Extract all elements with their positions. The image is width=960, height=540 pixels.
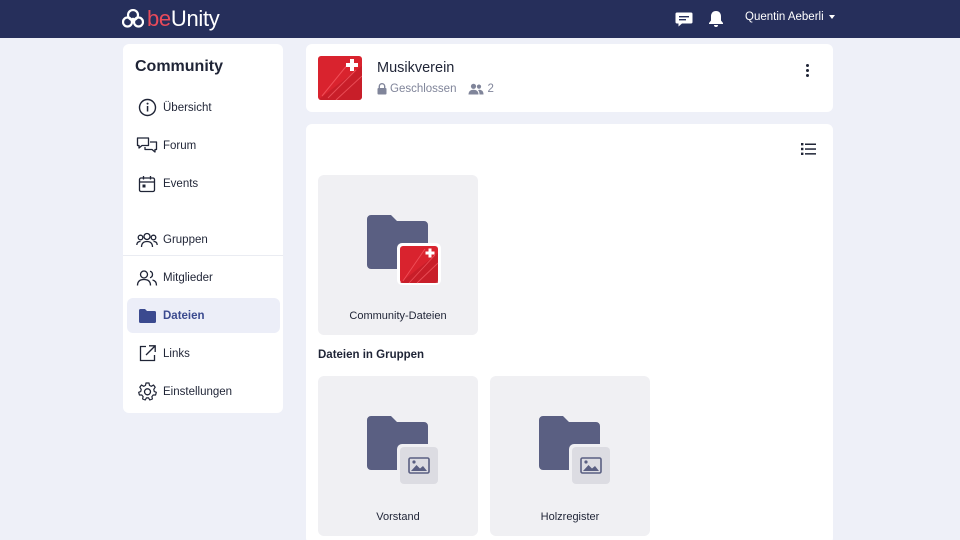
folder-label: Holzregister (540, 511, 600, 523)
sidebar-item-label: Einstellungen (163, 385, 233, 398)
sidebar-item-label: Mitglieder (163, 271, 213, 284)
logo-text-be: be (147, 6, 171, 31)
community-meta: Geschlossen 2 (377, 83, 494, 95)
sidebar-item-label: Events (163, 177, 199, 190)
caret-down-icon (828, 15, 835, 19)
community-visibility: Geschlossen (390, 83, 457, 95)
bell-icon[interactable] (706, 9, 726, 29)
folder-label: Vorstand (376, 511, 420, 523)
files-card: Community-Dateien Dateien in Gruppen Vor… (306, 124, 833, 540)
folder-icon (136, 305, 158, 327)
members-count-icon (468, 83, 484, 95)
groups-icon (136, 229, 158, 251)
folder-icon (539, 416, 613, 486)
sidebar-item-dateien[interactable]: Dateien (127, 298, 280, 333)
sidebar-item-gruppen[interactable]: Gruppen (127, 222, 280, 257)
members-icon (136, 267, 158, 289)
sidebar-title: Community (135, 58, 223, 75)
community-name: Musikverein (377, 60, 455, 76)
community-header-card: Musikverein Geschlossen 2 (306, 44, 833, 112)
forum-icon (136, 135, 158, 157)
lock-icon (377, 83, 387, 95)
folder-icon (367, 416, 441, 486)
top-navigation-bar: beUnity Quentin Aeberli (0, 0, 960, 38)
user-name: Quentin Aeberli (745, 11, 824, 23)
folder-icon (367, 215, 441, 285)
sidebar-item-forum[interactable]: Forum (127, 128, 280, 163)
community-logo (318, 56, 362, 100)
sidebar-item-label: Dateien (163, 309, 205, 322)
sidebar-item-links[interactable]: Links (127, 336, 280, 371)
group-folder-vorstand[interactable]: Vorstand (318, 376, 478, 536)
community-member-count: 2 (487, 83, 494, 95)
external-link-icon (136, 343, 158, 365)
info-circle-icon (136, 97, 158, 119)
sidebar-item-label: Links (163, 347, 190, 360)
more-options-icon[interactable] (799, 62, 815, 78)
gear-icon (136, 381, 158, 403)
user-menu[interactable]: Quentin Aeberli (745, 11, 835, 23)
beunity-logo-text: beUnity (147, 6, 220, 32)
group-files-section-title: Dateien in Gruppen (318, 349, 425, 361)
chat-icon[interactable] (674, 9, 694, 29)
beunity-logo-icon (122, 9, 144, 28)
list-view-icon[interactable] (800, 141, 818, 157)
sidebar-item-label: Forum (163, 139, 197, 152)
logo-text-unity: Unity (170, 6, 220, 31)
sidebar-item-events[interactable]: Events (127, 166, 280, 201)
sidebar-item-uebersicht[interactable]: Übersicht (127, 90, 280, 125)
group-folder-holzregister[interactable]: Holzregister (490, 376, 650, 536)
folder-label: Community-Dateien (349, 310, 447, 322)
community-files-folder[interactable]: Community-Dateien (318, 175, 478, 335)
sidebar-item-mitglieder[interactable]: Mitglieder (127, 260, 280, 295)
community-sidebar: Community Übersicht Forum Events Gruppen… (123, 44, 283, 413)
sidebar-item-label: Gruppen (163, 233, 208, 246)
sidebar-item-einstellungen[interactable]: Einstellungen (127, 374, 280, 409)
calendar-icon (136, 173, 158, 195)
sidebar-item-label: Übersicht (163, 101, 212, 114)
beunity-logo[interactable]: beUnity (122, 5, 220, 33)
